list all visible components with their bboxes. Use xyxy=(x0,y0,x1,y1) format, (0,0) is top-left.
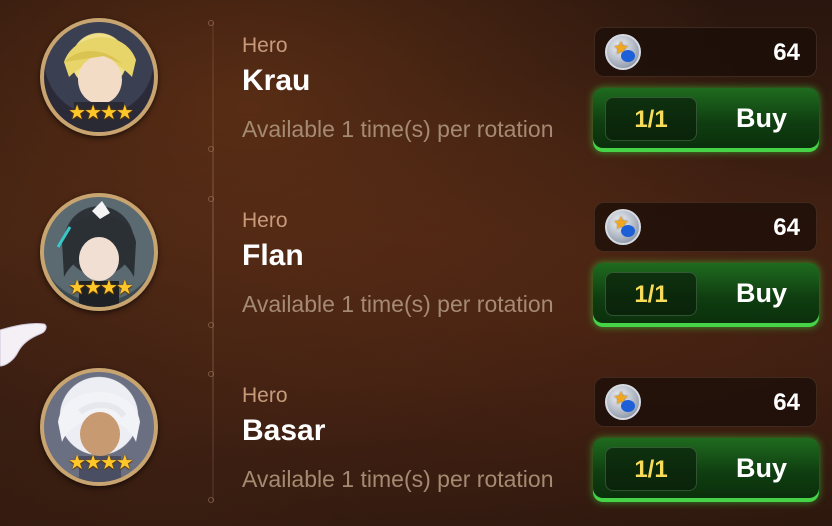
hero-name: Flan xyxy=(242,239,304,272)
coin-icon: ★ xyxy=(605,34,641,70)
shop-item-flan: ★★★★ Hero Flan Available 1 time(s) per r… xyxy=(0,175,832,327)
hero-star-rating: ★★★★ xyxy=(68,277,134,299)
buy-button-label: Buy xyxy=(736,103,788,133)
buy-button[interactable]: 1/1 Buy xyxy=(593,88,819,152)
item-type-label: Hero xyxy=(242,384,288,407)
price-value: 64 xyxy=(773,389,800,416)
hero-portrait-krau[interactable]: ★★★★ xyxy=(40,18,158,136)
availability-text: Available 1 time(s) per rotation xyxy=(242,116,554,142)
buy-button[interactable]: 1/1 Buy xyxy=(593,438,819,502)
availability-text: Available 1 time(s) per rotation xyxy=(242,466,554,492)
coin-icon: ★ xyxy=(605,209,641,245)
price-value: 64 xyxy=(773,214,800,241)
buy-button-label: Buy xyxy=(736,453,788,483)
item-type-label: Hero xyxy=(242,209,288,232)
purchase-limit-counter: 1/1 xyxy=(605,272,697,316)
hero-portrait-flan[interactable]: ★★★★ xyxy=(40,193,158,311)
item-type-label: Hero xyxy=(242,34,288,57)
price-value: 64 xyxy=(773,39,800,66)
hero-portrait-basar[interactable]: ★★★★ xyxy=(40,368,158,486)
price-display: ★ 64 xyxy=(594,27,817,77)
shop-item-basar: ★★★★ Hero Basar Available 1 time(s) per … xyxy=(0,350,832,502)
coin-icon: ★ xyxy=(605,384,641,420)
purchase-limit-counter: 1/1 xyxy=(605,447,697,491)
availability-text: Available 1 time(s) per rotation xyxy=(242,291,554,317)
buy-button-label: Buy xyxy=(736,278,788,308)
hero-star-rating: ★★★★ xyxy=(68,102,134,124)
hero-name: Basar xyxy=(242,414,326,447)
shop-item-krau: ★★★★ Hero Krau Available 1 time(s) per r… xyxy=(0,0,832,152)
purchase-limit-counter: 1/1 xyxy=(605,97,697,141)
hero-star-rating: ★★★★ xyxy=(68,452,134,474)
price-display: ★ 64 xyxy=(594,377,817,427)
buy-button[interactable]: 1/1 Buy xyxy=(593,263,819,327)
hero-name: Krau xyxy=(242,64,311,97)
price-display: ★ 64 xyxy=(594,202,817,252)
